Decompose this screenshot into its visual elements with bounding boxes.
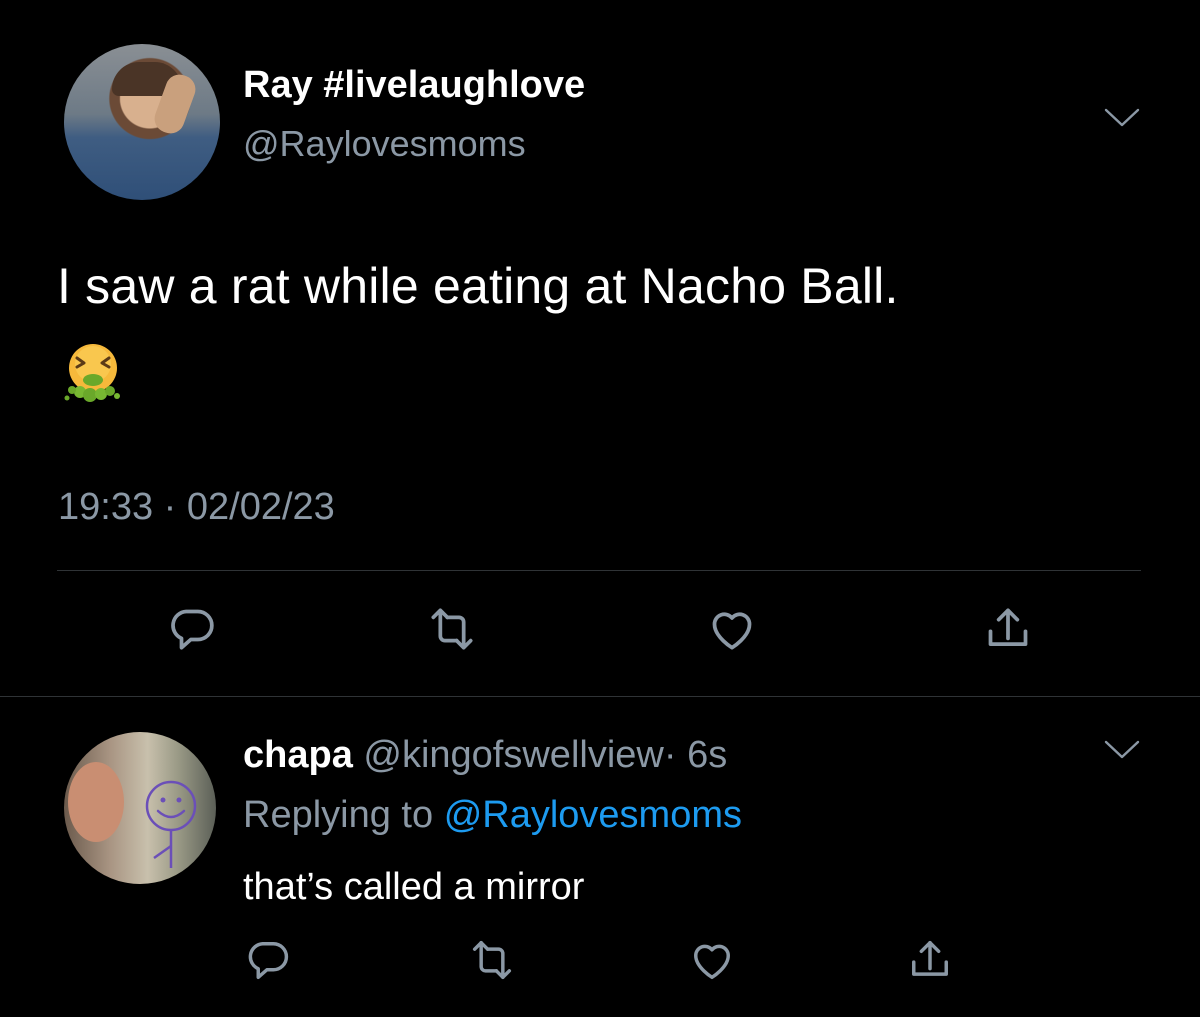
- chevron-down-icon[interactable]: [1104, 108, 1140, 128]
- retweet-icon[interactable]: [424, 601, 480, 657]
- divider: [0, 696, 1200, 697]
- smiley-doodle: [145, 780, 197, 868]
- reply-icon[interactable]: [164, 601, 220, 657]
- reply-icon[interactable]: [242, 934, 294, 986]
- reply-time: · 6s: [663, 734, 728, 776]
- reply-display-name[interactable]: chapa: [243, 734, 353, 776]
- reply-handle[interactable]: @kingofswellview: [363, 734, 663, 776]
- reply-text: that’s called a mirror: [243, 866, 585, 908]
- chevron-down-icon[interactable]: [1104, 740, 1140, 760]
- replying-to: Replying to @Raylovesmoms: [243, 796, 742, 834]
- share-icon[interactable]: [980, 601, 1036, 657]
- divider: [57, 570, 1141, 571]
- share-icon[interactable]: [904, 934, 956, 986]
- replying-to-mention[interactable]: @Raylovesmoms: [444, 794, 742, 836]
- author-display-name[interactable]: Ray #livelaughlove: [243, 66, 585, 104]
- retweet-icon[interactable]: [466, 934, 518, 986]
- tweet-timestamp[interactable]: 19:33 · 02/02/23: [58, 488, 335, 526]
- reply-header: chapa @kingofswellview· 6s: [243, 736, 727, 774]
- like-icon[interactable]: [704, 601, 760, 657]
- author-avatar[interactable]: [64, 44, 220, 200]
- author-handle[interactable]: @Raylovesmoms: [243, 126, 526, 162]
- tweet-text: I saw a rat while eating at Nacho Ball.: [57, 258, 899, 314]
- face-vomiting-emoji: [60, 340, 126, 406]
- avatar-face: [68, 762, 124, 842]
- replying-to-label: Replying to: [243, 794, 434, 836]
- like-icon[interactable]: [686, 934, 738, 986]
- reply-author-avatar[interactable]: [64, 732, 216, 884]
